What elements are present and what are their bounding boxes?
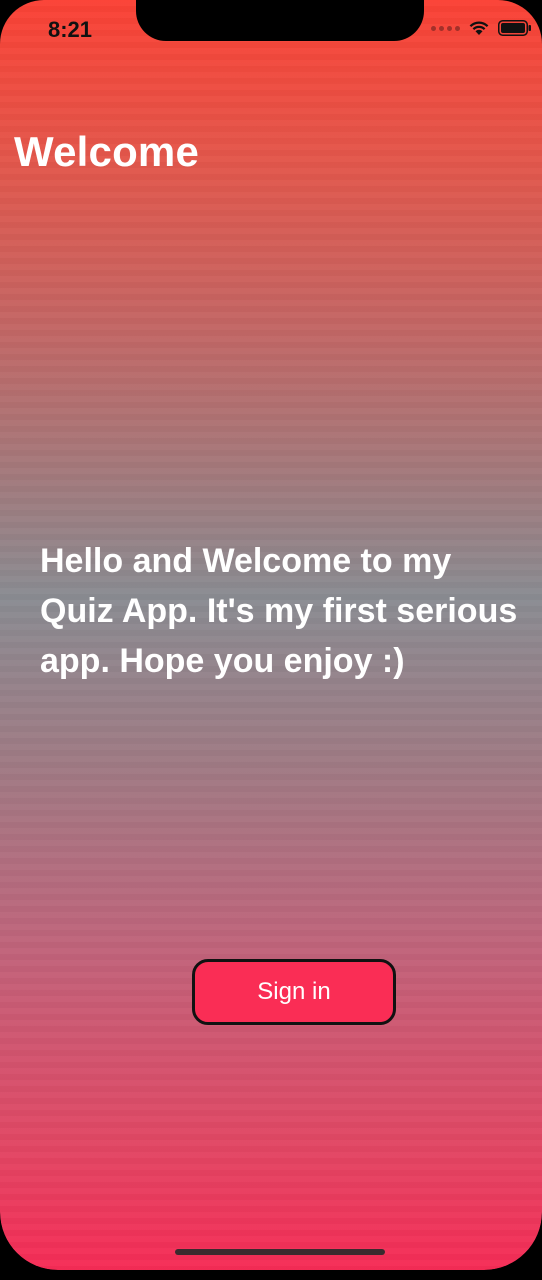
status-time: 8:21 (48, 17, 93, 42)
sign-in-button[interactable]: Sign in (192, 959, 396, 1025)
device-notch (136, 0, 424, 41)
status-icons (431, 20, 532, 36)
wifi-icon (468, 20, 490, 36)
phone-device: 8:21 Welcome Hello and Welcome to my Qui… (0, 0, 542, 1280)
cellular-signal-icon (431, 25, 460, 31)
welcome-message: Hello and Welcome to my Quiz App. It's m… (40, 542, 518, 680)
page-title: Welcome (14, 128, 200, 175)
home-indicator[interactable] (175, 1249, 385, 1255)
app-screen: 8:21 Welcome Hello and Welcome to my Qui… (0, 0, 542, 1270)
battery-icon (498, 20, 532, 36)
